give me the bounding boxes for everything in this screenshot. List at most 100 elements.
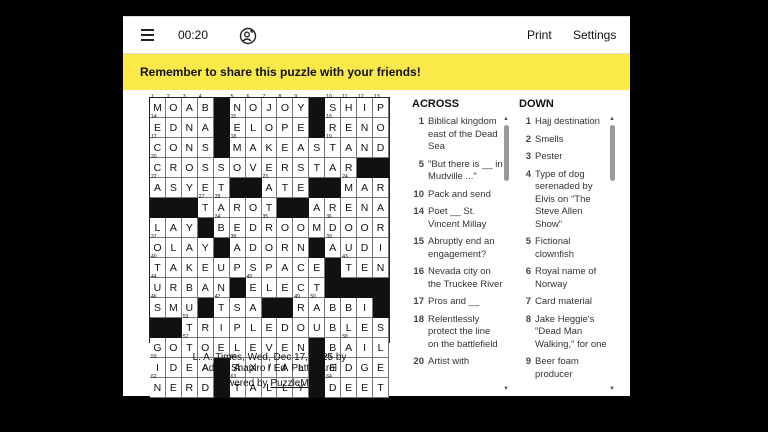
grid-cell[interactable]: X	[245, 358, 262, 378]
grid-cell[interactable]: E	[277, 338, 294, 358]
grid-cell[interactable]: 11 H	[341, 94, 358, 118]
grid-cell[interactable]: 9Y	[293, 94, 310, 118]
grid-cell[interactable]: O	[245, 198, 262, 218]
grid-cell[interactable]: 45 E	[245, 274, 262, 298]
grid-cell[interactable]: N	[373, 258, 389, 278]
grid-cell[interactable]: D	[165, 358, 182, 378]
grid-cell[interactable]: O	[261, 118, 278, 138]
grid-cell[interactable]: 56 O	[165, 334, 182, 358]
grid-cell[interactable]: 26 R	[373, 174, 389, 198]
grid-cell[interactable]: 64 D	[325, 374, 342, 398]
crossword-grid[interactable]: 1 M 2 O 3 A 4 B 5 N 6 O 7 J 8 O 9 Y 10 S 11 H 12 I 13 P 14 E D N A 15 E L…	[149, 94, 390, 398]
grid-cell[interactable]: 12 I	[357, 94, 374, 118]
grid-cell[interactable]: 58 A	[341, 334, 358, 358]
grid-cell[interactable]: P	[229, 258, 246, 278]
grid-cell[interactable]: N	[357, 198, 374, 218]
hamburger-menu-icon[interactable]	[141, 29, 154, 41]
grid-cell[interactable]: I	[261, 358, 278, 378]
grid-cell[interactable]: K	[181, 258, 198, 278]
grid-cell[interactable]: O	[357, 218, 374, 238]
grid-cell[interactable]: O	[261, 238, 278, 258]
grid-cell[interactable]: 27 T	[197, 194, 214, 218]
grid-cell[interactable]: E	[245, 338, 262, 358]
grid-cell[interactable]: 6O	[245, 94, 262, 118]
grid-cell[interactable]: E	[341, 198, 358, 218]
grid-cell[interactable]: 47 T	[213, 294, 230, 318]
grid-cell[interactable]: 30 A	[309, 194, 326, 218]
grid-cell[interactable]: T	[373, 378, 389, 398]
grid-cell[interactable]: E	[341, 378, 358, 398]
grid-cell[interactable]: 49 R	[293, 294, 310, 318]
down-clue[interactable]: 3 Pester	[517, 151, 607, 164]
grid-cell[interactable]: I	[357, 298, 374, 318]
grid-cell[interactable]: P	[229, 318, 246, 338]
grid-cell[interactable]: D	[197, 378, 214, 398]
grid-cell[interactable]: R	[165, 278, 182, 298]
grid-cell[interactable]: D	[245, 238, 262, 258]
grid-cell[interactable]: 46 S	[150, 294, 166, 318]
grid-cell[interactable]: E	[357, 378, 374, 398]
grid-cell[interactable]: E	[213, 338, 230, 358]
grid-cell[interactable]: Y	[197, 238, 214, 258]
down-clue-list[interactable]: 1 Hajj destination 2 Smells 3 Pester 4 Type of …	[517, 116, 607, 392]
grid-cell[interactable]: I	[213, 318, 230, 338]
grid-cell[interactable]: 23 A	[261, 174, 278, 198]
grid-cell[interactable]: O	[165, 138, 182, 158]
grid-cell[interactable]: E	[341, 118, 358, 138]
grid-cell[interactable]: R	[229, 198, 246, 218]
grid-cell[interactable]: 51 B	[325, 294, 342, 318]
across-clue[interactable]: 1 Biblical kingdom east of the Dead Sea	[410, 116, 503, 154]
across-clue[interactable]: 5 "But there is __ in Mudville ..."	[410, 159, 503, 184]
down-clue[interactable]: 5 Fictional clownfish	[517, 236, 607, 261]
grid-cell[interactable]: C	[293, 258, 310, 278]
grid-cell[interactable]: L	[373, 338, 389, 358]
grid-cell[interactable]: O	[181, 158, 198, 178]
grid-cell[interactable]: A	[245, 138, 262, 158]
across-clue[interactable]: 15 Abruptly end an engagement?	[410, 236, 503, 261]
grid-cell[interactable]: E	[293, 178, 310, 198]
grid-cell[interactable]: A	[165, 258, 182, 278]
grid-cell[interactable]: S	[373, 318, 389, 338]
grid-cell[interactable]: A	[277, 258, 294, 278]
grid-cell[interactable]: L	[261, 278, 278, 298]
grid-cell[interactable]: A	[197, 358, 214, 378]
print-button[interactable]: Print	[527, 28, 552, 42]
timer[interactable]: 00:20	[178, 28, 208, 42]
settings-button[interactable]: Settings	[573, 28, 616, 42]
grid-cell[interactable]: 7J	[261, 94, 278, 118]
grid-cell[interactable]: N	[293, 238, 310, 258]
grid-cell[interactable]: R	[277, 238, 294, 258]
grid-cell[interactable]: M	[309, 218, 326, 238]
grid-cell[interactable]: D	[341, 358, 358, 378]
grid-cell[interactable]: 22 A	[150, 174, 166, 198]
grid-cell[interactable]: Y	[181, 178, 198, 198]
across-clue-list[interactable]: 1 Biblical kingdom east of the Dead Sea 5 "…	[410, 116, 503, 392]
down-clue[interactable]: 6 Royal name of Norway	[517, 266, 607, 291]
grid-cell[interactable]: G	[357, 358, 374, 378]
grid-cell[interactable]: N	[181, 118, 198, 138]
grid-cell[interactable]: O	[197, 338, 214, 358]
down-clue[interactable]: 8 Jake Heggie's "Dead Man Walking," for o…	[517, 314, 607, 352]
puzzleme-link[interactable]: PuzzleMe™	[270, 378, 324, 389]
grid-cell[interactable]: O	[373, 118, 389, 138]
grid-cell[interactable]: 4B	[197, 94, 214, 118]
grid-cell[interactable]: 35 R	[261, 214, 278, 238]
grid-cell[interactable]: E	[165, 378, 182, 398]
grid-cell[interactable]: 34 B	[213, 214, 230, 238]
across-clue[interactable]: 20 Artist with	[410, 356, 503, 369]
grid-cell[interactable]: 8O	[277, 94, 294, 118]
grid-cell[interactable]: 13 P	[373, 94, 389, 118]
grid-cell[interactable]: 50 A	[309, 294, 326, 318]
grid-cell[interactable]: N	[357, 118, 374, 138]
grid-cell[interactable]: S	[293, 158, 310, 178]
grid-cell[interactable]: L	[245, 318, 262, 338]
grid-cell[interactable]: D	[373, 138, 389, 158]
grid-cell[interactable]: 19 T	[325, 134, 342, 158]
grid-cell[interactable]: O	[341, 218, 358, 238]
across-clue[interactable]: 14 Poet __ St. Vincent Millay	[410, 206, 503, 231]
add-friend-icon[interactable]	[239, 27, 257, 45]
grid-cell[interactable]: N	[181, 138, 198, 158]
grid-cell[interactable]: O	[229, 158, 246, 178]
grid-cell[interactable]: 39 A	[325, 234, 342, 258]
grid-cell[interactable]: 33 Y	[181, 214, 198, 238]
